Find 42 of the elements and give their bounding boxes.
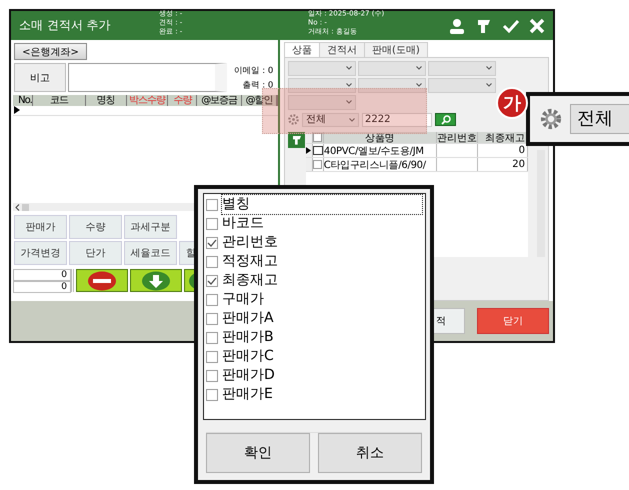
column-header[interactable]: 명칭 <box>86 95 127 106</box>
column-header[interactable]: 상품명 <box>324 132 437 143</box>
email-count: 이메일 : 0 <box>234 65 274 76</box>
table-cell: 40PVC/엘보/수도용/JM <box>324 144 438 157</box>
option-label[interactable]: 별칭 <box>222 195 422 214</box>
option-label[interactable]: 적정재고 <box>222 252 278 271</box>
option-label[interactable]: 최종재고 <box>222 271 278 290</box>
tab[interactable]: 견적서 <box>319 42 365 57</box>
total-field[interactable]: 0 <box>13 269 71 281</box>
option-label[interactable]: 관리번호 <box>222 233 278 252</box>
tab[interactable]: 판매(도매) <box>364 42 428 57</box>
print-count: 출력 : 0 <box>242 79 274 91</box>
table-cell: 20 <box>478 158 528 171</box>
option-label[interactable]: 판매가C <box>222 347 274 366</box>
function-button[interactable]: 가격변경 <box>14 241 67 265</box>
cancel-button[interactable]: 취소 <box>318 433 422 473</box>
column-header[interactable]: 관리번호 <box>436 132 478 143</box>
option-label[interactable]: 판매가E <box>222 385 273 404</box>
column-header[interactable]: 코드 <box>32 95 86 106</box>
confirm-button[interactable]: 확인 <box>206 433 310 473</box>
option-label[interactable]: 판매가D <box>222 366 275 385</box>
filter-dropdown[interactable]: 전체 <box>302 112 359 126</box>
tab[interactable]: 상품 <box>284 42 320 57</box>
total-field[interactable]: 0 <box>13 281 71 293</box>
option-label[interactable]: 바코드 <box>222 214 264 233</box>
option-label[interactable]: 구매가 <box>222 290 264 309</box>
bank-account-button[interactable]: <은행계좌> <box>14 43 87 60</box>
function-button[interactable]: 수량 <box>69 215 122 239</box>
column-header[interactable]: No. <box>18 95 33 106</box>
option-label[interactable]: 판매가B <box>222 328 274 347</box>
memo-label: 비고 <box>14 63 66 92</box>
column-header[interactable]: @보증금 <box>197 95 242 106</box>
window-title: 소매 견적서 추가 <box>19 17 112 34</box>
search-field[interactable]: 2222 <box>362 112 432 126</box>
close-button[interactable]: 닫기 <box>477 308 549 334</box>
filter-dropdown[interactable]: 전체 <box>570 104 629 134</box>
function-button[interactable]: 단가 <box>69 241 122 265</box>
table-cell: C타입구리스니플/6/90/ <box>324 158 438 171</box>
function-button[interactable]: 세율코드 <box>124 241 177 265</box>
function-button[interactable]: 과세구분 <box>124 215 177 239</box>
function-button[interactable]: 판매가 <box>14 215 67 239</box>
option-label[interactable]: 판매가A <box>222 309 274 328</box>
